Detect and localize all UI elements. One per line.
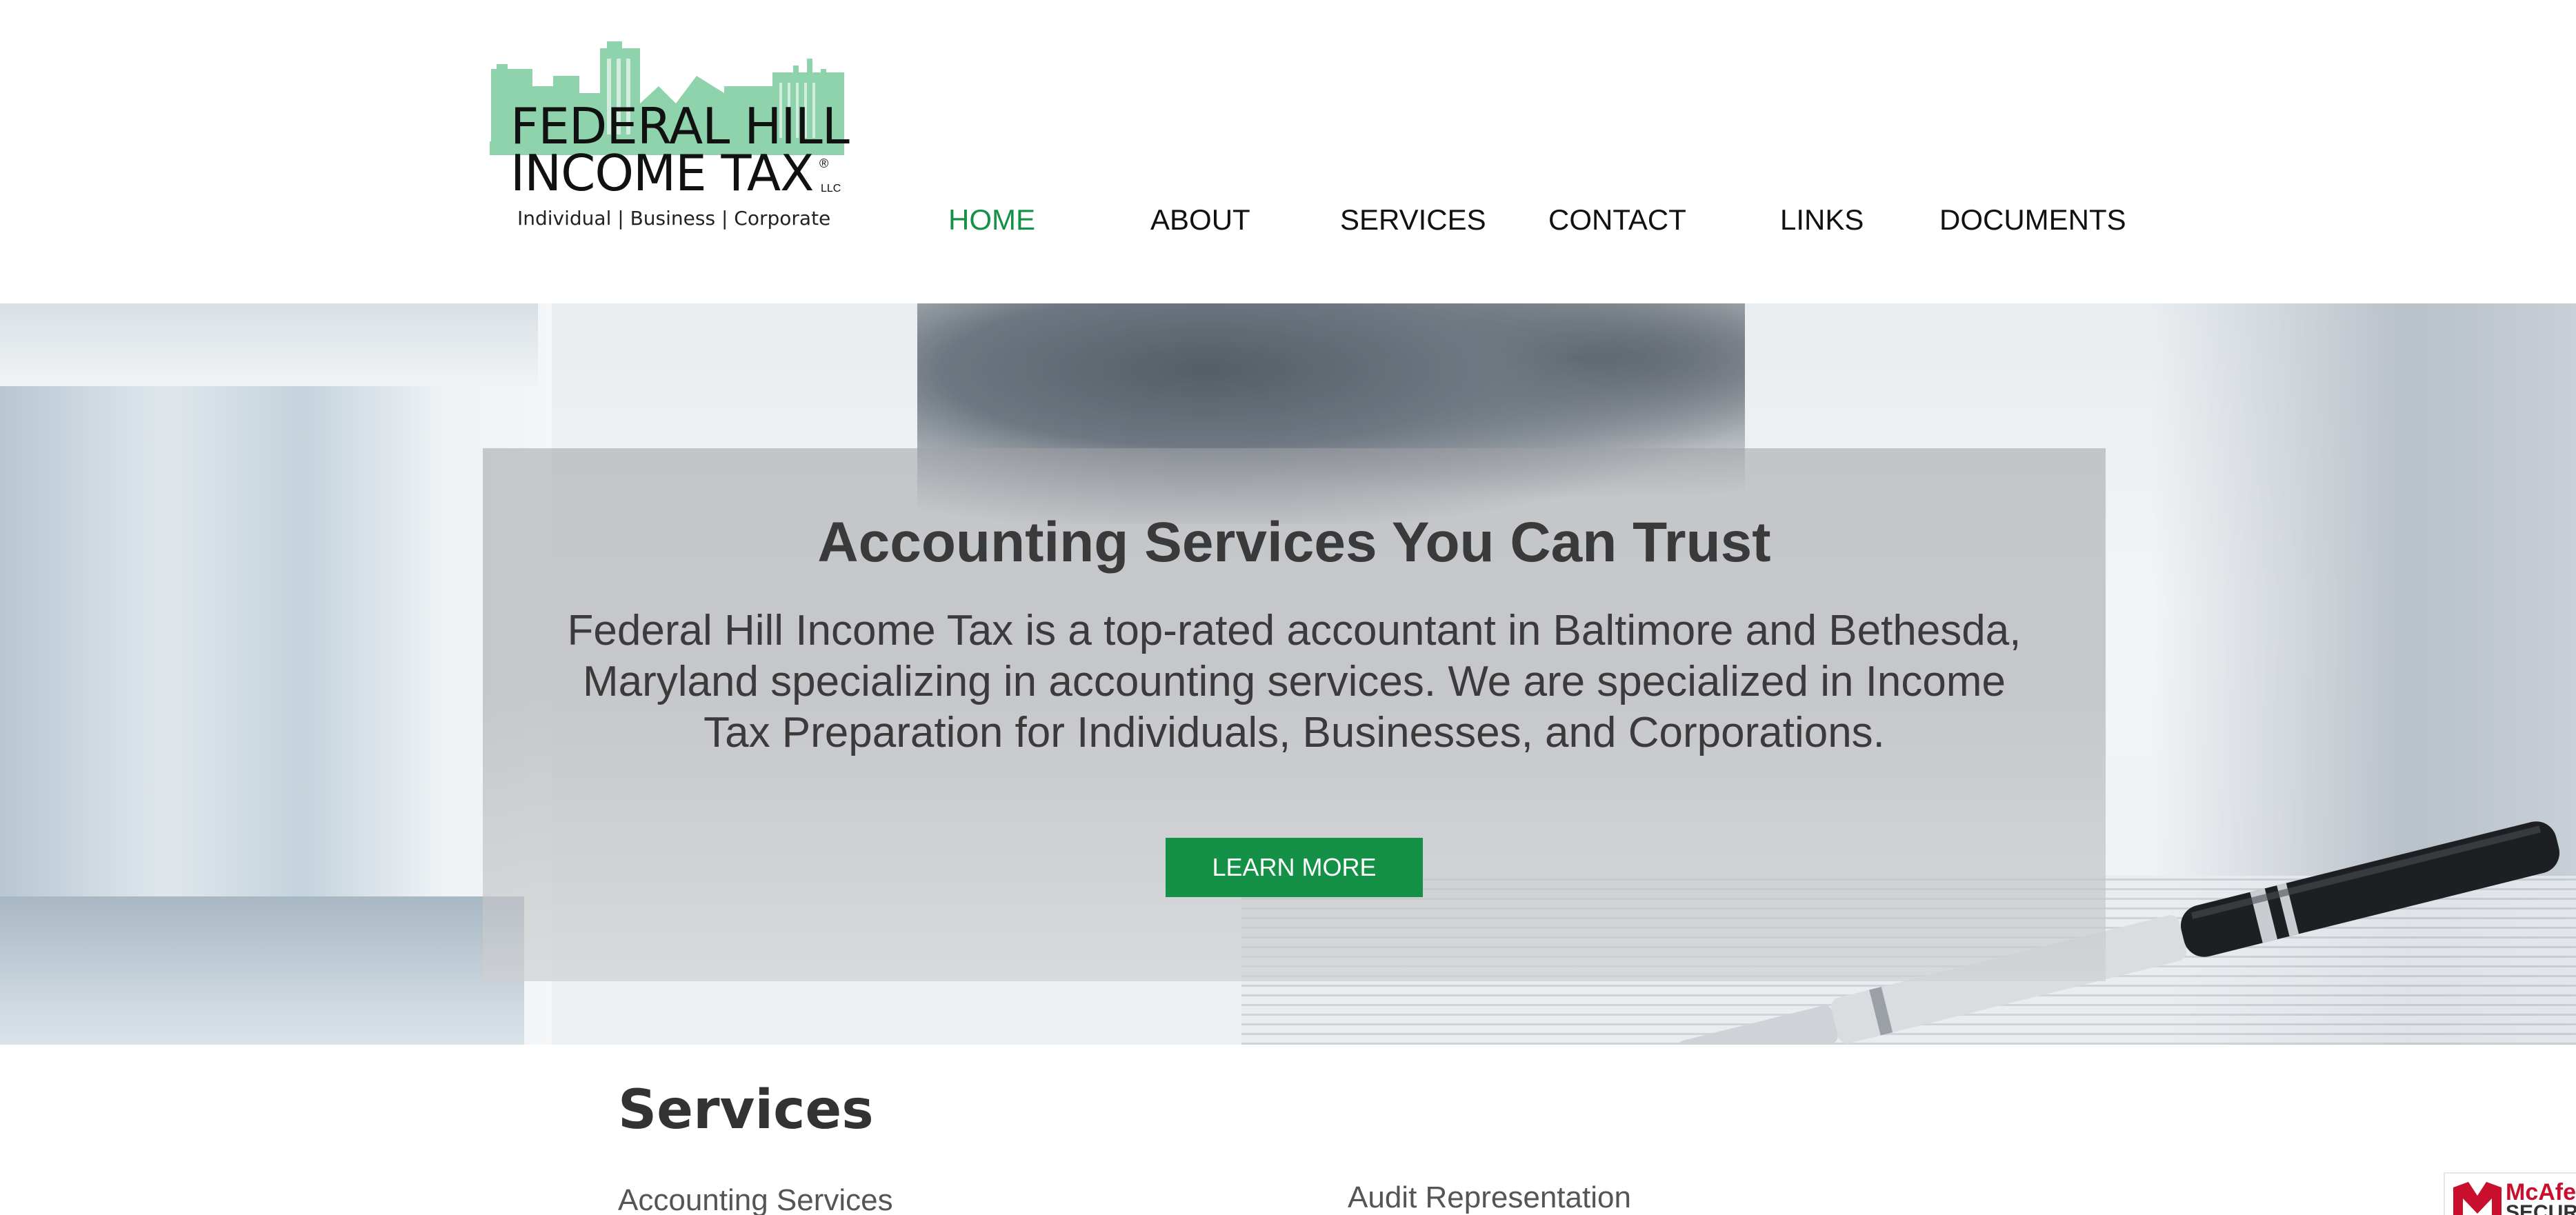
hero-section: Accounting Services You Can Trust Federa…: [0, 303, 2576, 1045]
nav-home[interactable]: HOME: [948, 203, 1035, 237]
learn-more-button[interactable]: LEARN MORE: [1166, 838, 1423, 897]
site-header: FEDERAL HILL INCOME TAX ® LLC Individual…: [0, 0, 2576, 303]
service-item-audit[interactable]: Audit Representation: [1348, 1181, 1631, 1215]
nav-about[interactable]: ABOUT: [1150, 203, 1250, 237]
logo-registered-mark: ®: [819, 157, 829, 170]
nav-documents[interactable]: DOCUMENTS: [1939, 203, 2126, 237]
hero-description: Federal Hill Income Tax is a top-rated a…: [567, 607, 2021, 756]
site-logo[interactable]: FEDERAL HILL INCOME TAX ® LLC Individual…: [490, 38, 850, 238]
hero-background-glass-base: [0, 896, 524, 1045]
nav-links[interactable]: LINKS: [1780, 203, 1864, 237]
logo-llc-suffix: LLC: [821, 183, 841, 194]
hero-background-glass-rim: [0, 303, 538, 386]
nav-services[interactable]: SERVICES: [1340, 203, 1486, 237]
service-item-accounting[interactable]: Accounting Services: [618, 1183, 893, 1215]
mcafee-secure-badge[interactable]: McAfee SECURE: [2444, 1172, 2576, 1215]
logo-tagline: Individual | Business | Corporate: [517, 207, 831, 230]
hero-title: Accounting Services You Can Trust: [817, 511, 1771, 574]
mcafee-shield-icon: [2453, 1182, 2502, 1215]
nav-contact[interactable]: CONTACT: [1548, 203, 1686, 237]
mcafee-sub-text: SECURE: [2506, 1201, 2576, 1215]
logo-text-line2: INCOME TAX: [510, 144, 815, 202]
services-heading: Services: [618, 1079, 874, 1141]
